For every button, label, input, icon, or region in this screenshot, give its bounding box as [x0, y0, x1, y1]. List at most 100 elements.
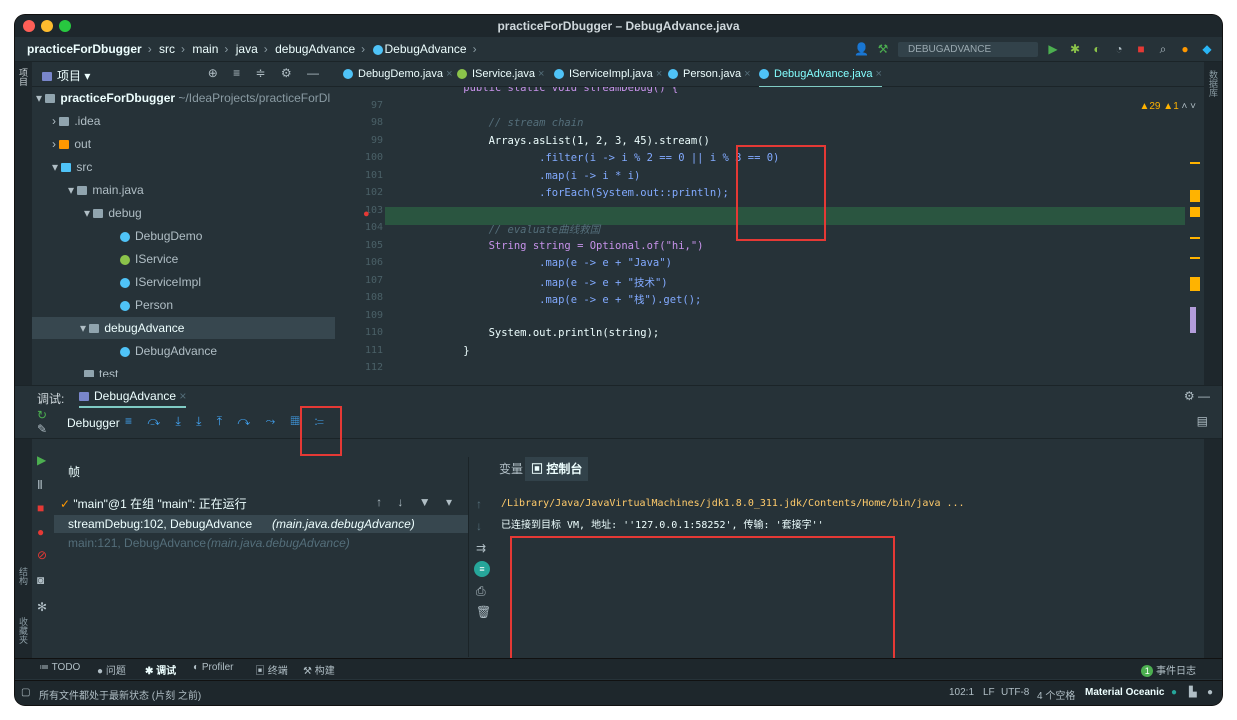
tree-item-debugdemo[interactable]: DebugDemo [120, 225, 202, 247]
tree-item-debugadvance[interactable]: DebugAdvance [120, 340, 217, 362]
close-tab-icon[interactable]: × [744, 68, 750, 80]
code-line[interactable]: .map(e -> e + "技术") [438, 275, 667, 290]
trash-icon[interactable]: 🗑 [476, 605, 491, 619]
camera-icon[interactable]: ◙ [37, 573, 44, 587]
scroll-to-end-icon[interactable]: ≡ [474, 561, 490, 577]
code-line[interactable]: .map(e -> e + "栈").get(); [438, 292, 701, 307]
tab-iservice[interactable]: IService.java × [457, 62, 544, 86]
code-line[interactable]: .filter(i -> i % 2 == 0 || i % 3 == 0) [438, 152, 779, 164]
indent-setting[interactable]: 4 个空格 [1037, 687, 1075, 702]
inspection-widget[interactable]: ▲29 ▲1 ˄ ˅ [1139, 101, 1196, 112]
notification-icon[interactable]: ● [1207, 687, 1213, 698]
project-panel-actions[interactable]: ⊕ ≡ ≑ ⚙ — [208, 66, 325, 80]
tab-variables[interactable]: 变量 [499, 457, 523, 481]
code-line[interactable]: .forEach(System.out::println); [438, 187, 729, 199]
project-side-tab[interactable]: 项目 [17, 68, 30, 86]
code-line[interactable]: public static void streamDebug() { [438, 87, 678, 94]
tree-item-debug[interactable]: ▾ debug [84, 202, 142, 224]
tab-debug[interactable]: ✱ 调试 [145, 662, 176, 677]
breadcrumb-project[interactable]: practiceForDbugger [27, 42, 142, 56]
breadcrumb-main[interactable]: main [192, 42, 218, 56]
code-line[interactable]: // stream chain [438, 117, 584, 129]
profile-icon[interactable]: ◔ [1112, 42, 1126, 56]
breakpoint-icon[interactable]: ● [363, 208, 370, 220]
mute-breakpoints-icon[interactable]: ⊘ [37, 548, 47, 562]
tree-item-idea[interactable]: › .idea [52, 110, 100, 132]
up-arrow-icon[interactable]: ↑ [476, 497, 482, 511]
tree-item-module[interactable]: ▾ practiceForDbugger ~/IdeaProjects/prac… [36, 87, 330, 109]
tree-item-out[interactable]: › out [52, 133, 91, 155]
database-side-tab[interactable]: 数据库 [1207, 70, 1220, 97]
code-line[interactable]: String string = Optional.of("hi,") [438, 240, 704, 252]
pause-icon[interactable]: Ⅱ [37, 478, 43, 492]
breadcrumb-java[interactable]: java [236, 42, 258, 56]
close-tab-icon[interactable]: × [656, 68, 662, 80]
tab-profiler[interactable]: ◐ Profiler [193, 662, 234, 673]
code-line[interactable]: Arrays.asList(1, 2, 3, 45).stream() [438, 135, 710, 147]
frame-row[interactable]: streamDebug:102, DebugAdvance (main.java… [54, 515, 468, 533]
code-line[interactable]: .map(e -> e + "Java") [438, 257, 672, 269]
debug-settings-icon[interactable]: ⚙ — [1184, 389, 1210, 403]
tree-item-main-java[interactable]: ▾ main.java [68, 179, 144, 201]
run-config-select[interactable]: DEBUGADVANCE [898, 41, 1038, 57]
search-icon[interactable]: ⌕ [1156, 42, 1170, 56]
plugin-icon[interactable]: ◆ [1200, 42, 1214, 56]
print-icon[interactable]: ⎙ [476, 584, 486, 599]
tab-debugadvance[interactable]: DebugAdvance.java × [759, 62, 882, 88]
tab-person[interactable]: Person.java × [668, 62, 751, 86]
stop-debug-icon[interactable]: ■ [37, 501, 44, 515]
frame-nav-icons[interactable]: ↑ ↓ ▼ ▾ [376, 495, 458, 509]
breadcrumb-class[interactable]: DebugAdvance [385, 42, 467, 56]
settings-icon[interactable]: ✻ [37, 600, 47, 614]
debugger-tab[interactable]: Debugger [67, 416, 120, 430]
favorites-side-tab[interactable]: 收藏夹 [17, 617, 30, 644]
soft-wrap-icon[interactable]: ⇉ [476, 541, 486, 555]
code-line[interactable]: .map(i -> i * i) [438, 170, 640, 182]
close-tab-icon[interactable]: × [876, 68, 882, 80]
tree-item-iservice[interactable]: IService [120, 248, 178, 270]
close-tab-icon[interactable]: × [538, 68, 544, 80]
tree-item-src[interactable]: ▾ src [52, 156, 92, 178]
tab-problems[interactable]: ● 问题 [97, 662, 126, 677]
resume-icon[interactable]: ▶ [37, 453, 46, 467]
code-line[interactable]: // evaluate曲线救国 [438, 222, 601, 237]
layout-icon[interactable]: ▤ [1197, 414, 1208, 428]
coverage-icon[interactable]: ◐ [1090, 42, 1104, 56]
breadcrumb-src[interactable]: src [159, 42, 175, 56]
tree-item-person[interactable]: Person [120, 294, 173, 316]
frame-row[interactable]: main:121, DebugAdvance (main.java.debugA… [54, 534, 468, 552]
theme-name[interactable]: Material Oceanic [1085, 687, 1164, 698]
file-encoding[interactable]: UTF-8 [1001, 687, 1029, 698]
view-breakpoints-icon[interactable]: ● [37, 525, 44, 539]
debug-icon[interactable]: ✱ [1068, 42, 1082, 56]
tab-todo[interactable]: ≔ TODO [39, 662, 80, 673]
thread-selector[interactable]: ✓ "main"@1 在组 "main": 正在运行 [60, 495, 247, 512]
tab-iserviceimpl[interactable]: IServiceImpl.java × [554, 62, 662, 86]
tab-debugdemo[interactable]: DebugDemo.java × [343, 62, 453, 86]
event-log[interactable]: 1 事件日志 [1141, 662, 1196, 677]
tab-terminal[interactable]: ▣ 终端 [255, 662, 288, 677]
debug-session-tab[interactable]: DebugAdvance × [79, 386, 187, 408]
down-arrow-icon[interactable]: ↓ [476, 519, 482, 533]
tab-console[interactable]: ▣ 控制台 [525, 457, 589, 481]
tab-build[interactable]: ⚒ 构建 [303, 662, 335, 677]
status-icon[interactable]: ▢ [21, 687, 30, 698]
user-icon[interactable]: 👤 [854, 42, 869, 56]
close-tab-icon[interactable]: × [446, 68, 452, 80]
memory-icon[interactable]: ▙ [1189, 687, 1197, 698]
run-icon[interactable]: ▶ [1046, 42, 1060, 56]
stop-icon[interactable]: ■ [1134, 42, 1148, 56]
project-view-select[interactable]: 项目 ▾ [42, 67, 90, 84]
code-editor[interactable]: public static void streamDebug() {97 98 /… [335, 87, 1204, 385]
theme-icon[interactable]: ● [1171, 687, 1177, 698]
tree-item-test[interactable]: test [84, 363, 118, 377]
line-separator[interactable]: LF [983, 687, 995, 698]
code-line[interactable]: System.out.println(string); [438, 327, 660, 339]
code-line[interactable]: } [438, 345, 469, 357]
tree-item-iserviceimpl[interactable]: IServiceImpl [120, 271, 201, 293]
tree-item-debugadvance-package[interactable]: ▾ debugAdvance [32, 317, 335, 339]
structure-side-tab[interactable]: 结构 [17, 567, 30, 585]
build-hammer-icon[interactable]: ⚒ [876, 42, 890, 56]
update-icon[interactable]: ● [1178, 42, 1192, 56]
breadcrumb-package[interactable]: debugAdvance [275, 42, 355, 56]
